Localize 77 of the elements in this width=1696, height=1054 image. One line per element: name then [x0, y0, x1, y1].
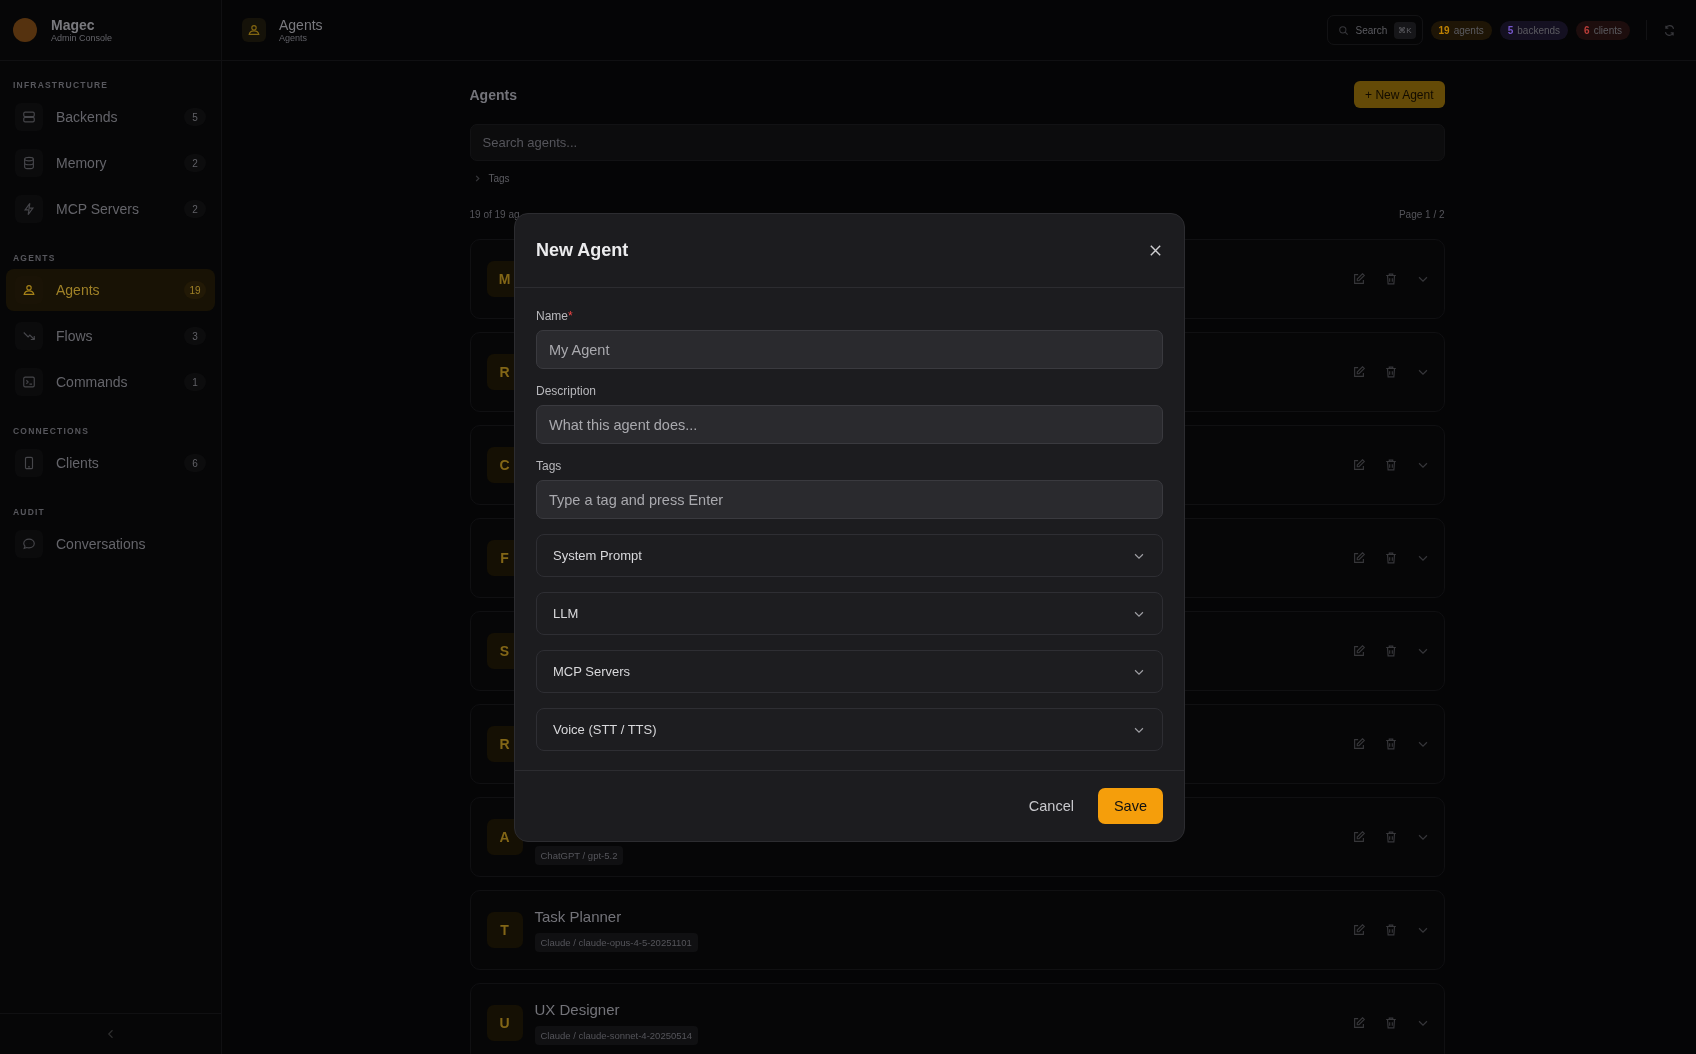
page-title: Agents [279, 17, 323, 33]
trash-icon[interactable] [1383, 737, 1398, 751]
pagination-label: Page 1 / 2 [1398, 209, 1445, 220]
edit-icon[interactable] [1351, 923, 1366, 937]
edit-icon[interactable] [1351, 551, 1366, 565]
field-label: Description [536, 384, 598, 398]
close-icon[interactable] [1148, 243, 1163, 258]
edit-icon[interactable] [1351, 1016, 1366, 1030]
agent-initial-avatar: U [486, 1005, 523, 1041]
new-agent-button[interactable]: + New Agent [1354, 81, 1445, 108]
collapsible-section[interactable]: LLM [536, 592, 1163, 635]
shortcut-key: ⌘K [1394, 21, 1416, 39]
save-button[interactable]: Save [1097, 788, 1163, 824]
trash-icon[interactable] [1383, 1016, 1398, 1030]
sidebar-item[interactable]: MCP Servers 2 [6, 188, 215, 230]
field-label: Tags [536, 459, 563, 473]
agent-card[interactable]: T Task Planner Claude / claude-opus-4-5-20251101 [469, 890, 1445, 970]
trash-icon[interactable] [1383, 458, 1398, 472]
input-field[interactable]: What this agent does... [536, 405, 1163, 444]
collapsible-section[interactable]: MCP Servers [536, 650, 1163, 693]
logo-icon [13, 18, 37, 42]
app-subtitle: Admin Console [51, 33, 113, 43]
model-tag: Claude / claude-sonnet-4-20250514 [534, 1026, 699, 1045]
edit-icon[interactable] [1351, 272, 1366, 286]
refresh-icon[interactable] [1663, 23, 1676, 37]
search-icon [1337, 24, 1349, 36]
person-icon [22, 283, 36, 297]
input-field[interactable]: My Agent [536, 330, 1163, 369]
search-field[interactable]: Search agents... [469, 124, 1445, 161]
trash-icon[interactable] [1383, 923, 1398, 937]
lightning-icon [22, 202, 36, 216]
sidebar-item[interactable]: Memory 2 [6, 142, 215, 184]
sidebar-item[interactable]: Flows 3 [6, 315, 215, 357]
agent-name: UX Designer [534, 1001, 620, 1018]
app-name: Magec [51, 17, 96, 33]
agent-card[interactable]: U UX Designer Claude / claude-sonnet-4-20250514 [469, 983, 1445, 1054]
agent-name: Task Planner [534, 908, 622, 925]
sidebar-item[interactable]: Clients 6 [6, 442, 215, 484]
person-icon [247, 23, 261, 37]
section-title: Agents [469, 86, 517, 103]
phone-icon [22, 456, 36, 470]
sidebar-item[interactable]: Conversations [6, 523, 215, 565]
database-icon [22, 156, 36, 170]
cancel-button[interactable]: Cancel [1022, 790, 1080, 822]
collapsible-section[interactable]: Voice (STT / TTS) [536, 708, 1163, 751]
edit-icon[interactable] [1351, 458, 1366, 472]
section-heading: CONNECTIONS [12, 425, 90, 438]
search-button[interactable]: Search ⌘K [1326, 15, 1423, 45]
server-icon [22, 110, 36, 124]
sidebar-item[interactable]: Backends 5 [6, 96, 215, 138]
model-tag: ChatGPT / gpt-5.2 [534, 845, 624, 865]
section-heading: AGENTS [12, 252, 57, 265]
terminal-icon [22, 375, 36, 389]
model-tag: Claude / claude-opus-4-5-20251101 [534, 933, 698, 952]
tags-toggle[interactable]: Tags [469, 173, 510, 184]
breadcrumb: Agents [279, 33, 309, 43]
trend-down-icon [22, 329, 36, 343]
sidebar-item[interactable]: Commands 1 [6, 361, 215, 403]
collapse-chevron-icon[interactable] [106, 1028, 115, 1040]
sidebar-item[interactable]: Agents 19 [6, 269, 215, 311]
trash-icon[interactable] [1383, 644, 1398, 658]
edit-icon[interactable] [1351, 737, 1366, 751]
trash-icon[interactable] [1383, 272, 1398, 286]
dialog-title: New Agent [536, 240, 629, 261]
chat-bubble-icon [22, 537, 36, 551]
trash-icon[interactable] [1383, 830, 1398, 844]
edit-icon[interactable] [1351, 830, 1366, 844]
section-heading: AUDIT [12, 506, 46, 519]
trash-icon[interactable] [1383, 551, 1398, 565]
trash-icon[interactable] [1383, 365, 1398, 379]
edit-icon[interactable] [1351, 644, 1366, 658]
field-label: Name* [536, 309, 574, 323]
section-heading: INFRASTRUCTURE [12, 79, 110, 92]
input-field[interactable]: Type a tag and press Enter [536, 480, 1163, 519]
agent-initial-avatar: T [486, 912, 523, 948]
edit-icon[interactable] [1351, 365, 1366, 379]
collapsible-section[interactable]: System Prompt [536, 534, 1163, 577]
